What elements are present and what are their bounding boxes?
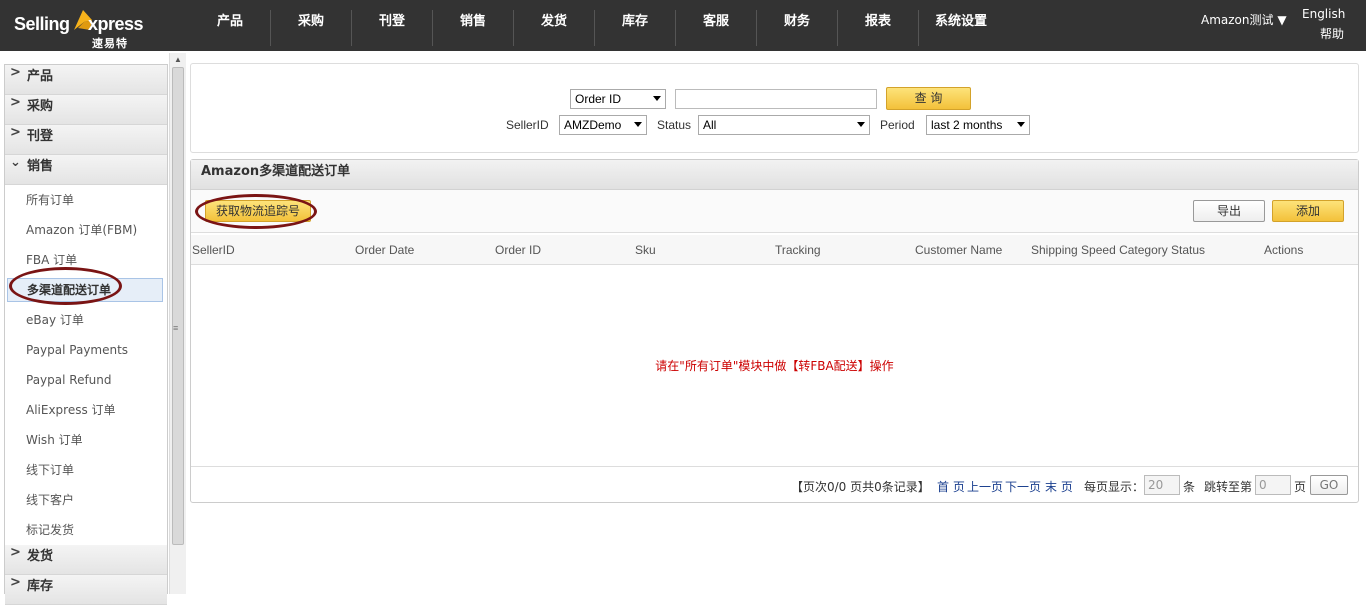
dropdown-arrow-icon [653,96,661,101]
search-panel: Order ID 查 询 SellerID AMZDemo Status All… [190,63,1359,153]
nav-customer-service[interactable]: 客服 [676,10,757,46]
dropdown-arrow-icon [857,122,865,127]
dropdown-arrow-icon [634,122,642,127]
period-select[interactable]: last 2 months [926,115,1030,135]
sidebar-scrollbar[interactable]: ▲ ≡ [169,53,186,594]
help-link[interactable]: 帮助 [1320,25,1344,42]
sidebar-item-aliexpress-orders[interactable]: AliExpress 订单 [5,395,167,425]
status-select[interactable]: All [698,115,870,135]
nav-purchasing[interactable]: 采购 [271,10,352,46]
get-tracking-number-button[interactable]: 获取物流追踪号 [205,200,311,222]
nav-products[interactable]: 产品 [190,10,271,46]
add-button[interactable]: 添加 [1272,200,1344,222]
pager-next[interactable]: 下一页 [1005,478,1041,495]
go-button[interactable]: GO [1310,475,1348,495]
sidebar-section-shipping[interactable]: > 发货 [5,545,167,575]
nav-listing[interactable]: 刊登 [352,10,433,46]
per-page-label: 每页显示： [1084,480,1145,494]
orders-table-header: SellerID Order Date Order ID Sku Trackin… [191,235,1358,265]
empty-table-message: 请在"所有订单"模块中做【转FBA配送】操作 [655,359,894,373]
sidebar-item-paypal-payments[interactable]: Paypal Payments [5,335,167,365]
per-page-unit: 条 [1183,480,1196,494]
nav-sales[interactable]: 销售 [433,10,514,46]
sidebar-item-amazon-fbm[interactable]: Amazon 订单(FBM) [5,215,167,245]
nav-inventory[interactable]: 库存 [595,10,676,46]
sidebar-item-ebay-orders[interactable]: eBay 订单 [5,305,167,335]
jump-page-unit: 页 [1294,480,1307,494]
chevron-right-icon: > [10,65,21,80]
col-seller-id[interactable]: SellerID [192,235,235,265]
dropdown-arrow-icon [1017,122,1025,127]
brand-name-part2: xpress [88,14,144,34]
chevron-right-icon: > [10,125,21,140]
chevron-right-icon: > [10,545,21,560]
nav-finance[interactable]: 财务 [757,10,838,46]
pager-summary: 【页次0/0 页共0条记录】 [791,480,930,494]
chevron-down-icon: ⌄ [10,155,21,170]
seller-id-label: SellerID [506,118,549,132]
language-switch[interactable]: English [1302,7,1345,21]
search-button[interactable]: 查 询 [886,87,971,110]
sidebar: > 产品 > 采购 > 刊登 ⌄ 销售 所有订单 Amazon 订单(FBM) FBA … [4,64,168,605]
sidebar-item-offline-orders[interactable]: 线下订单 [5,455,167,485]
sidebar-item-offline-customers[interactable]: 线下客户 [5,485,167,515]
orders-panel-title: Amazon多渠道配送订单 [191,160,1358,190]
orders-toolbar: 获取物流追踪号 导出 添加 [191,190,1358,233]
sidebar-section-sales[interactable]: ⌄ 销售 [5,155,167,185]
export-button[interactable]: 导出 [1193,200,1265,222]
seller-id-select[interactable]: AMZDemo [559,115,647,135]
search-input[interactable] [675,89,877,109]
sidebar-item-mark-shipped[interactable]: 标记发货 [5,515,167,545]
nav-settings[interactable]: 系统设置 [919,10,1003,46]
scrollbar-thumb[interactable] [172,67,184,545]
col-actions[interactable]: Actions [1264,235,1303,265]
scroll-up-icon[interactable]: ▲ [174,55,182,64]
jump-label: 跳转至第 [1204,480,1253,494]
brand-name-part1: Selling [14,14,70,34]
sidebar-section-inventory[interactable]: > 库存 [5,575,167,605]
col-customer-name[interactable]: Customer Name [915,235,1002,265]
nav-shipping[interactable]: 发货 [514,10,595,46]
status-label: Status [657,118,692,132]
pager-last[interactable]: 末 页 [1045,478,1073,495]
col-status[interactable]: Status [1171,235,1205,265]
sidebar-item-wish-orders[interactable]: Wish 订单 [5,425,167,455]
orders-panel: Amazon多渠道配送订单 获取物流追踪号 导出 添加 SellerID Ord… [190,159,1359,503]
top-bar: Selling xpress 速易特 产品 采购 刊登 销售 发货 库存 客服 … [0,0,1366,51]
period-label: Period [880,118,915,132]
search-field-select[interactable]: Order ID [570,89,666,109]
grip-icon: ≡ [173,323,179,333]
pager-first[interactable]: 首 页 [937,478,965,495]
main-nav: 产品 采购 刊登 销售 发货 库存 客服 财务 报表 系统设置 [190,10,1003,46]
per-page-input[interactable]: 20 [1144,475,1180,495]
sidebar-section-purchasing[interactable]: > 采购 [5,95,167,125]
sidebar-item-multichannel-orders[interactable]: 多渠道配送订单 [7,278,163,302]
chevron-right-icon: > [10,95,21,110]
account-menu[interactable]: Amazon测试 ▼ [1201,11,1287,28]
jump-page-input[interactable]: 0 [1255,475,1291,495]
pager-prev[interactable]: 上一页 [967,478,1003,495]
pagination: 【页次0/0 页共0条记录】 首 页 上一页 下一页 末 页 每页显示： 20 … [191,466,1358,503]
sidebar-section-listing[interactable]: > 刊登 [5,125,167,155]
col-order-date[interactable]: Order Date [355,235,414,265]
col-sku[interactable]: Sku [635,235,656,265]
sidebar-item-paypal-refund[interactable]: Paypal Refund [5,365,167,395]
sidebar-item-fba-orders[interactable]: FBA 订单 [5,245,167,275]
col-tracking[interactable]: Tracking [775,235,821,265]
col-order-id[interactable]: Order ID [495,235,541,265]
brand-subtitle: 速易特 [92,37,128,50]
sidebar-section-products[interactable]: > 产品 [5,65,167,95]
nav-reports[interactable]: 报表 [838,10,919,46]
brand-logo[interactable]: Selling xpress 速易特 [14,6,164,50]
col-shipping-speed[interactable]: Shipping Speed Category [1031,235,1168,265]
sidebar-item-all-orders[interactable]: 所有订单 [5,185,167,215]
chevron-right-icon: > [10,575,21,590]
